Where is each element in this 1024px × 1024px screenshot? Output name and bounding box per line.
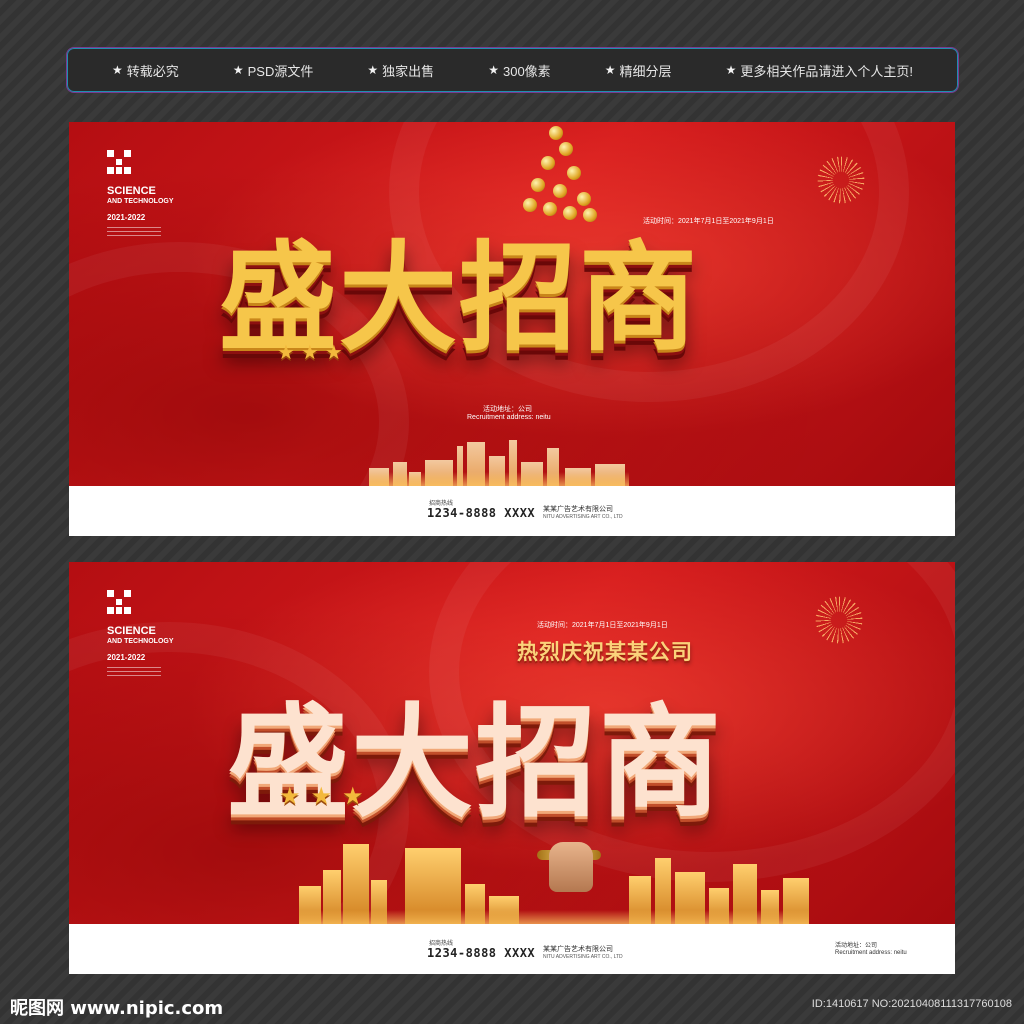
address-en: Recruitment address: neitu [467, 414, 551, 421]
footer: 招商热线 1234-8888 XXXX 某某广告艺术有限公司 NITU ADVE… [69, 486, 955, 536]
feature-item: ★ 300像素 [488, 61, 550, 80]
logo-block: SCIENCE AND TECHNOLOGY 2021-2022 [107, 590, 174, 679]
logo-year: 2021-2022 [107, 653, 146, 662]
logo-subtitle: AND TECHNOLOGY [107, 198, 174, 205]
firework-decoration [813, 152, 869, 208]
phone-number: 1234-8888 XXXX [427, 506, 536, 520]
logo-title: SCIENCE [107, 185, 156, 197]
logo-block: SCIENCE AND TECHNOLOGY 2021-2022 [107, 150, 174, 239]
feature-item: ★ PSD源文件 [233, 61, 314, 80]
qr-code-icon [107, 150, 131, 174]
address-cn: 活动地址：公司 [835, 943, 878, 949]
activity-time: 活动时间：2021年7月1日至2021年9月1日 [537, 622, 668, 629]
footer: 招商热线 1234-8888 XXXX 某某广告艺术有限公司 NITU ADVE… [69, 924, 955, 974]
logo-year: 2021-2022 [107, 213, 146, 222]
feature-label: 精细分层 [619, 63, 672, 79]
phone-number: 1234-8888 XXXX [427, 946, 536, 960]
firework-decoration [811, 592, 867, 648]
logo-title: SCIENCE [107, 625, 156, 637]
stars-decoration: ★★★ [277, 342, 349, 364]
company-name-cn: 某某广告艺术有限公司 [543, 506, 613, 513]
image-id-watermark: ID:1410617 NO:20210408111317760108 [811, 998, 1012, 1010]
site-watermark: 昵图网 www.nipic.com [10, 998, 224, 1019]
feature-item: ★ 转载必究 [112, 61, 179, 80]
star-icon: ★ [604, 63, 616, 77]
logo-lines [107, 227, 174, 236]
headline: 盛大招商 [227, 690, 723, 834]
logo-subtitle: AND TECHNOLOGY [107, 638, 174, 645]
feature-label: 更多相关作品请进入个人主页! [740, 63, 913, 79]
stars-decoration: ★★★ [279, 783, 374, 810]
feature-bar: ★ 转载必究 ★ PSD源文件 ★ 独家出售 ★ 300像素 ★ 精细分层 ★ 更多相关作品… [66, 47, 959, 93]
star-icon: ★ [232, 63, 244, 77]
star-icon: ★ [112, 63, 123, 77]
feature-item: ★ 精细分层 [605, 61, 672, 80]
subtitle: 热烈庆祝某某公司 [517, 640, 693, 664]
star-icon: ★ [725, 63, 737, 77]
banner-gold: SCIENCE AND TECHNOLOGY 2021-2022 活动时间：20… [69, 122, 955, 536]
banner-rose: SCIENCE AND TECHNOLOGY 2021-2022 活动时间：20… [69, 562, 955, 974]
feature-item: ★ 独家出售 [367, 61, 434, 80]
city-skyline [369, 426, 629, 486]
feature-item: ★ 更多相关作品请进入个人主页! [726, 61, 913, 80]
feature-label: 转载必究 [126, 63, 179, 79]
feature-label: PSD源文件 [247, 63, 314, 79]
company-name-en: NITU ADVERTISING ART CO., LTD [543, 954, 623, 960]
company-name-en: NITU ADVERTISING ART CO., LTD [543, 514, 623, 520]
star-icon: ★ [367, 63, 379, 77]
fist-key-illustration [537, 832, 601, 902]
banner-background: SCIENCE AND TECHNOLOGY 2021-2022 活动时间：20… [69, 122, 955, 536]
address-en: Recruitment address: neitu [835, 950, 907, 956]
address-cn: 活动地址：公司 [483, 406, 532, 413]
feature-label: 独家出售 [382, 63, 435, 79]
star-icon: ★ [488, 63, 499, 77]
banner-background: SCIENCE AND TECHNOLOGY 2021-2022 活动时间：20… [69, 562, 955, 974]
company-name-cn: 某某广告艺术有限公司 [543, 946, 613, 953]
feature-label: 300像素 [502, 63, 551, 79]
qr-code-icon [107, 590, 131, 614]
logo-lines [107, 667, 174, 676]
